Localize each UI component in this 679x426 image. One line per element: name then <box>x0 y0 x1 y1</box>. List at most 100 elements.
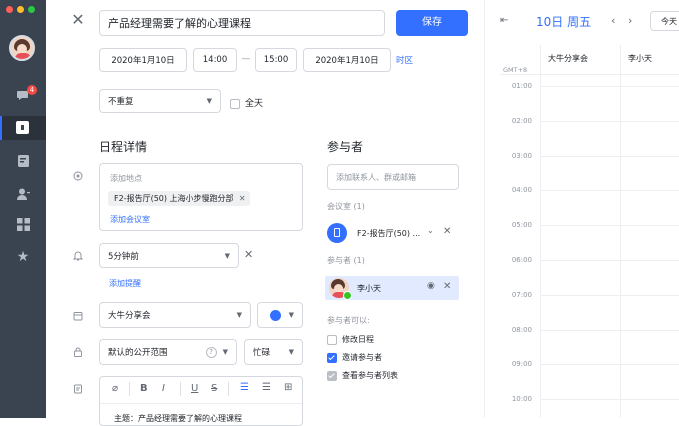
bold-button[interactable]: B <box>140 383 148 394</box>
hour-gridline <box>540 190 679 192</box>
location-input[interactable]: 添加地点 <box>110 173 142 184</box>
end-date-field[interactable]: 2020年1月10日 <box>303 48 391 72</box>
reminder-select[interactable]: 5分钟前 ▼ <box>99 243 239 268</box>
favorites-star-icon[interactable]: ★ <box>16 250 30 264</box>
hour-label: 08:00 <box>511 325 532 334</box>
calendar-select-icon <box>73 311 83 321</box>
rooms-label: 会议室 (1) <box>327 202 365 211</box>
user-avatar[interactable] <box>9 35 35 61</box>
hour-gridline <box>540 225 679 227</box>
left-rail: 4 ★ <box>0 0 46 418</box>
repeat-select[interactable]: 不重复 ▼ <box>99 89 221 113</box>
start-time-field[interactable]: 14:00 <box>193 48 237 72</box>
color-dot <box>270 309 281 321</box>
all-day-checkbox[interactable]: 全天 <box>230 96 263 109</box>
timezone-link[interactable]: 时区 <box>396 54 413 66</box>
accepted-check-icon <box>343 291 352 300</box>
remove-room-icon[interactable]: ✕ <box>443 226 451 237</box>
help-icon[interactable]: ? <box>205 346 217 358</box>
visibility-select[interactable]: 默认的公开范围 ? ▼ <box>99 339 237 365</box>
attachment-icon[interactable]: ⌀ <box>112 383 118 394</box>
date-title: 10日 周五 <box>536 15 592 29</box>
add-room-link[interactable]: 添加会议室 <box>110 214 150 225</box>
room-item[interactable]: F2-报告厅(50) ... ⌄ ✕ <box>327 221 459 245</box>
hour-gridline <box>540 155 679 157</box>
chevron-down-icon: ▼ <box>236 311 242 319</box>
description-editor[interactable]: ⌀ B I U S ☰ ☰ ⊞ 主题：产品经理需要了解的心理课程 <box>99 376 303 426</box>
toolbar-divider <box>129 382 130 396</box>
header-divider <box>500 74 679 75</box>
room-chip: F2-报告厅(50) 上海小步慢跑分部 ✕ <box>108 191 250 206</box>
hour-gridline <box>540 329 679 331</box>
strikethrough-button[interactable]: S <box>211 383 217 394</box>
docs-icon[interactable] <box>16 154 30 168</box>
checkbox-box <box>327 334 337 345</box>
calendar-select[interactable]: 大牛分享会 ▼ <box>99 302 251 328</box>
description-icon <box>73 384 83 394</box>
remove-room-icon[interactable]: ✕ <box>239 191 246 206</box>
eye-icon[interactable]: ◉ <box>427 281 435 291</box>
perm-view-list-checkbox[interactable]: 查看参与者列表 <box>327 370 398 381</box>
remove-reminder-icon[interactable]: ✕ <box>244 248 253 261</box>
today-button[interactable]: 今天 <box>650 11 679 31</box>
hour-gridline <box>540 364 679 366</box>
perm-invite-checkbox[interactable]: 邀请参与者 <box>327 352 382 363</box>
calendar-icon <box>16 121 29 134</box>
start-date-field[interactable]: 2020年1月10日 <box>99 48 187 72</box>
hour-label: 10:00 <box>511 395 532 404</box>
color-select[interactable]: ▼ <box>257 302 303 328</box>
collapse-panel-icon[interactable]: ⇤ <box>500 15 508 26</box>
people-label: 参与者 (1) <box>327 256 365 265</box>
chevron-down-icon: ▼ <box>288 348 294 356</box>
calendar-rail-item[interactable] <box>0 116 46 140</box>
participant-search-input[interactable]: 添加联系人、群或邮箱 <box>327 164 459 190</box>
editor-toolbar: ⌀ B I U S ☰ ☰ ⊞ <box>100 377 302 404</box>
minimize-window-dot[interactable] <box>17 6 24 13</box>
chat-unread-badge: 4 <box>27 85 37 95</box>
next-day-icon[interactable]: › <box>628 14 632 27</box>
table-icon[interactable]: ⊞ <box>284 382 292 393</box>
toolbar-divider <box>228 382 229 396</box>
perm-edit-checkbox[interactable]: 修改日程 <box>327 334 374 345</box>
chevron-down-icon: ▼ <box>206 97 212 105</box>
close-window-dot[interactable] <box>6 6 13 13</box>
italic-button[interactable]: I <box>162 383 165 394</box>
room-icon <box>327 223 347 243</box>
add-reminder-link[interactable]: 添加提醒 <box>109 278 141 289</box>
hour-label: 06:00 <box>511 256 532 264</box>
room-chip-label: F2-报告厅(50) 上海小步慢跑分部 <box>114 194 234 203</box>
calendar-divider <box>484 0 485 418</box>
permissions-label: 参与者可以: <box>327 316 370 325</box>
close-icon[interactable]: ✕ <box>70 12 86 28</box>
hour-label: 05:00 <box>511 221 532 230</box>
checkbox-box <box>327 352 337 363</box>
location-box[interactable]: 添加地点 F2-报告厅(50) 上海小步慢跑分部 ✕ 添加会议室 <box>99 163 303 231</box>
chevron-down-icon: ▼ <box>222 348 228 356</box>
zoom-window-dot[interactable] <box>28 6 35 13</box>
busy-select[interactable]: 忙碌 ▼ <box>244 339 303 365</box>
contacts-icon[interactable] <box>16 187 30 201</box>
workplace-icon[interactable] <box>16 218 30 232</box>
location-pin-icon <box>73 171 83 181</box>
event-title-input[interactable]: 产品经理需要了解的心理课程 <box>99 10 385 36</box>
remove-participant-icon[interactable]: ✕ <box>443 281 451 292</box>
hour-gridline <box>540 260 679 261</box>
editor-content[interactable]: 主题：产品经理需要了解的心理课程 <box>114 413 242 424</box>
chevron-down-icon: ▼ <box>288 311 294 319</box>
participant-row[interactable]: 李小天 ◉ ✕ <box>325 276 459 300</box>
column-header: 大牛分享会 <box>548 54 588 63</box>
room-item-label: F2-报告厅(50) ... <box>357 229 421 238</box>
room-expand-icon[interactable]: ⌄ <box>427 226 434 235</box>
save-button[interactable]: 保存 <box>396 10 468 36</box>
column-header: 李小天 <box>628 54 652 63</box>
ordered-list-icon[interactable]: ☰ <box>240 382 249 393</box>
timezone-label: GMT+8 <box>503 66 528 74</box>
column-divider <box>540 45 541 418</box>
end-time-field[interactable]: 15:00 <box>255 48 297 72</box>
underline-button[interactable]: U <box>191 383 198 394</box>
hour-label: 02:00 <box>511 116 532 125</box>
hour-label: 03:00 <box>511 151 532 160</box>
prev-day-icon[interactable]: ‹ <box>611 14 615 27</box>
hour-label: 01:00 <box>511 82 532 90</box>
bullet-list-icon[interactable]: ☰ <box>262 382 271 393</box>
